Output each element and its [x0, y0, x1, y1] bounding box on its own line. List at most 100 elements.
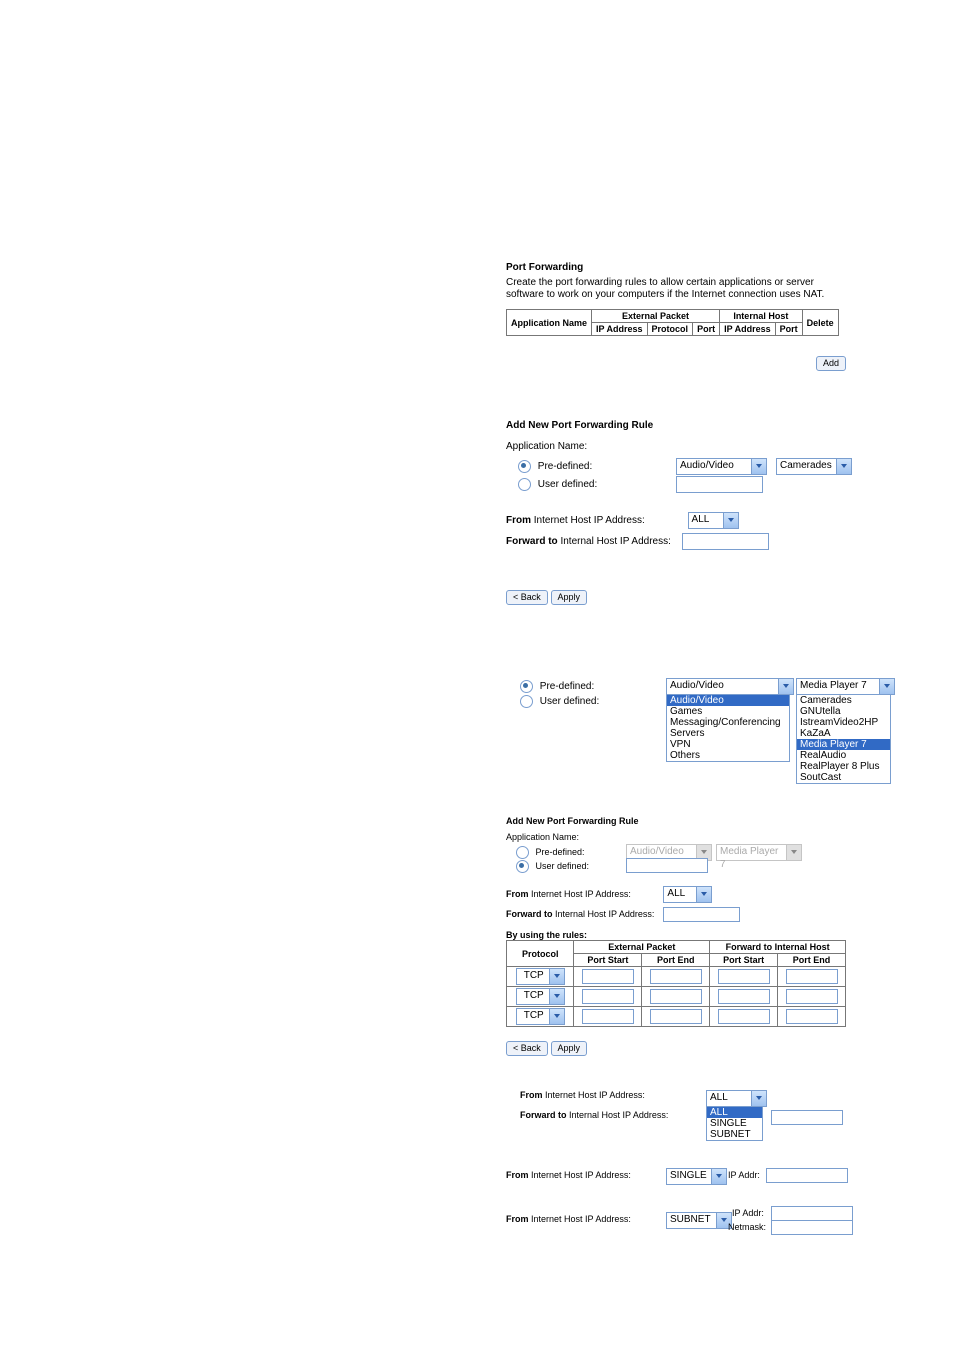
- ex-fwd-strong: Forward to: [520, 1110, 567, 1120]
- listbox-from-all[interactable]: ALL SINGLE SUBNET: [706, 1106, 763, 1141]
- col-group-forward: Forward to Internal Host: [710, 941, 846, 954]
- col-ext-ip: IP Address: [592, 323, 648, 336]
- list-item[interactable]: Servers: [667, 728, 789, 739]
- label-userdefined-2: User defined:: [536, 861, 590, 871]
- label-from-rest-2: Internet Host IP Address:: [529, 889, 631, 899]
- label-userdefined-ex: User defined:: [540, 696, 599, 707]
- input-port[interactable]: [718, 989, 770, 1004]
- list-item[interactable]: IstreamVideo2HP: [797, 717, 890, 728]
- table-row: TCP: [507, 1007, 846, 1027]
- select-from-all[interactable]: ALL: [706, 1090, 767, 1107]
- chevron-down-icon: [549, 989, 564, 1004]
- list-item[interactable]: KaZaA: [797, 728, 890, 739]
- col-port-end-int: Port End: [778, 954, 846, 967]
- list-item[interactable]: Media Player 7: [797, 739, 890, 750]
- list-item[interactable]: RealAudio: [797, 750, 890, 761]
- select-from-subnet[interactable]: SUBNET: [666, 1212, 732, 1229]
- col-protocol: Protocol: [507, 941, 574, 967]
- label-fwd-rest: Internal Host IP Address:: [558, 536, 671, 547]
- label-predefined-ex: Pre-defined:: [540, 681, 594, 692]
- listbox-application[interactable]: Camerades GNUtella IstreamVideo2HP KaZaA…: [796, 694, 891, 784]
- radio-userdefined-2[interactable]: [516, 860, 529, 873]
- from-host-examples: From Internet Host IP Address: ALL ALL S…: [506, 1090, 846, 1244]
- select-protocol[interactable]: TCP: [516, 1008, 565, 1025]
- chevron-down-icon: [549, 1009, 564, 1024]
- input-port[interactable]: [582, 989, 634, 1004]
- label-predefined-2: Pre-defined:: [536, 847, 585, 857]
- input-subnet-ip[interactable]: [771, 1206, 853, 1221]
- rules-table: Application Name External Packet Interna…: [506, 309, 839, 336]
- chevron-down-icon: [778, 679, 793, 694]
- ex-from-rest-3: Internet Host IP Address:: [529, 1214, 631, 1224]
- list-item[interactable]: RealPlayer 8 Plus: [797, 761, 890, 772]
- add-rule-form-2: Add New Port Forwarding Rule Application…: [506, 816, 846, 1056]
- radio-predefined[interactable]: [518, 460, 531, 473]
- apply-button-2[interactable]: Apply: [551, 1041, 588, 1056]
- form2-title: Add New Port Forwarding Rule: [506, 816, 846, 826]
- section-title: Port Forwarding: [506, 262, 846, 273]
- select-from-single[interactable]: SINGLE: [666, 1168, 727, 1185]
- select-category-ex[interactable]: Audio/Video: [666, 678, 794, 695]
- list-item[interactable]: Others: [667, 750, 789, 761]
- input-userdefined-name-2[interactable]: [626, 858, 708, 873]
- input-port[interactable]: [650, 1009, 702, 1024]
- add-button[interactable]: Add: [816, 356, 846, 371]
- label-ipaddr-2: IP Addr:: [732, 1208, 764, 1218]
- radio-predefined-ex[interactable]: [520, 680, 533, 693]
- input-forward-ip[interactable]: [682, 533, 769, 550]
- input-port[interactable]: [786, 1009, 838, 1024]
- list-item[interactable]: VPN: [667, 739, 789, 750]
- col-port-start-ext: Port Start: [574, 954, 642, 967]
- chevron-down-icon: [786, 845, 801, 860]
- back-button[interactable]: < Back: [506, 590, 548, 605]
- col-ext-port: Port: [693, 323, 720, 336]
- input-userdefined-name[interactable]: [676, 476, 763, 493]
- radio-userdefined-ex[interactable]: [520, 695, 533, 708]
- list-item[interactable]: GNUtella: [797, 706, 890, 717]
- input-port[interactable]: [718, 1009, 770, 1024]
- select-from-host-2[interactable]: ALL: [663, 886, 712, 903]
- list-item[interactable]: SoutCast: [797, 772, 890, 783]
- radio-predefined-2[interactable]: [516, 846, 529, 859]
- input-port[interactable]: [582, 969, 634, 984]
- input-forward-ip-2[interactable]: [663, 907, 740, 922]
- label-fwd-strong-2: Forward to: [506, 909, 553, 919]
- input-port[interactable]: [786, 989, 838, 1004]
- chevron-down-icon: [723, 513, 738, 528]
- listbox-category[interactable]: Audio/Video Games Messaging/Conferencing…: [666, 694, 790, 762]
- select-protocol[interactable]: TCP: [516, 968, 565, 985]
- select-from-host[interactable]: ALL: [688, 512, 739, 529]
- select-application-ex[interactable]: Media Player 7: [796, 678, 895, 695]
- col-int-ip: IP Address: [720, 323, 776, 336]
- input-subnet-netmask[interactable]: [771, 1220, 853, 1235]
- chevron-down-icon: [696, 887, 711, 902]
- col-app-name: Application Name: [507, 310, 592, 336]
- col-ext-proto: Protocol: [647, 323, 693, 336]
- list-item[interactable]: Audio/Video: [667, 695, 789, 706]
- input-port[interactable]: [718, 969, 770, 984]
- apply-button[interactable]: Apply: [551, 590, 588, 605]
- input-port[interactable]: [650, 989, 702, 1004]
- list-item[interactable]: SUBNET: [707, 1129, 762, 1140]
- chevron-down-icon: [751, 1091, 766, 1106]
- input-single-ip[interactable]: [766, 1168, 848, 1183]
- ex-from-strong-2: From: [506, 1170, 529, 1180]
- back-button-2[interactable]: < Back: [506, 1041, 548, 1056]
- input-port[interactable]: [582, 1009, 634, 1024]
- radio-userdefined[interactable]: [518, 478, 531, 491]
- input-port[interactable]: [650, 969, 702, 984]
- select-category[interactable]: Audio/Video: [676, 458, 767, 475]
- label-from-rest: Internet Host IP Address:: [531, 515, 645, 526]
- select-application-2: Media Player 7: [716, 844, 802, 861]
- select-protocol[interactable]: TCP: [516, 988, 565, 1005]
- table-row: TCP: [507, 987, 846, 1007]
- input-port[interactable]: [786, 969, 838, 984]
- list-item[interactable]: Messaging/Conferencing: [667, 717, 789, 728]
- chevron-down-icon: [549, 969, 564, 984]
- input-forward-ip-ex[interactable]: [771, 1110, 843, 1125]
- list-item[interactable]: SINGLE: [707, 1118, 762, 1129]
- list-item[interactable]: Games: [667, 706, 789, 717]
- list-item[interactable]: ALL: [707, 1107, 762, 1118]
- list-item[interactable]: Camerades: [797, 695, 890, 706]
- select-application[interactable]: Camerades: [776, 458, 852, 475]
